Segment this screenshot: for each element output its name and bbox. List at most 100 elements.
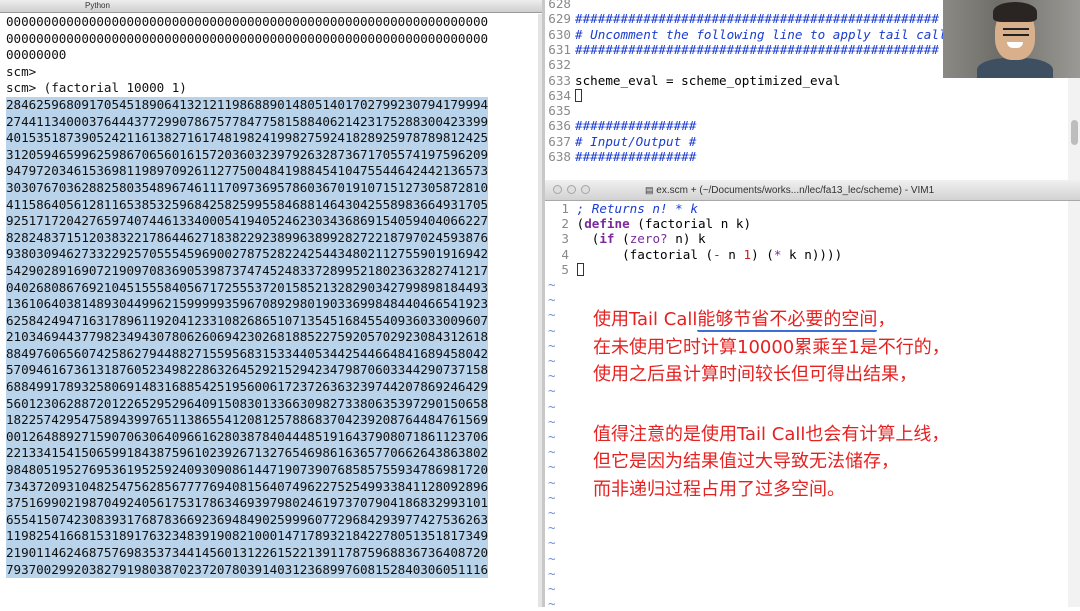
code-line: 3 (if (zero? n) k [545,231,706,247]
selected-text[interactable]: 2744113400037644437729907867577847758158… [6,113,488,131]
output-line: 0012648892715907063064096616280387840444… [6,428,538,446]
selected-text[interactable]: 5709461673613187605234982286326452921529… [6,362,488,380]
selected-text[interactable]: 6884991789325806914831688542519560061723… [6,379,488,396]
code-line: 634 [545,88,1080,103]
close-window-button[interactable] [553,185,562,194]
selected-text[interactable]: 5429028916907219097083690539873747452483… [6,262,488,280]
terminal-scrollbar[interactable] [538,14,542,607]
empty-line-marker: ~ [548,505,556,520]
annotation-line: 值得注意的是使用Tail Call也会有计算上线， [593,423,950,445]
selected-text[interactable]: 9380309462733229257055545969002787528224… [6,246,488,263]
output-line: 8849760656074258627944882715595683153344… [6,345,538,363]
output-line: 6884991789325806914831688542519560061723… [6,379,538,396]
line-number: 2 [561,216,569,232]
output-line: 1198254166815318917632348391908210001471… [6,528,538,545]
selected-text[interactable]: 4115864056128116538532596842582599558468… [6,196,488,214]
empty-line-marker: ~ [548,307,556,323]
minimize-window-button[interactable] [567,185,576,194]
output-line: 4115864056128116538532596842582599558468… [6,196,538,214]
terminal-line: 00000000 [6,47,67,63]
terminal-line: 0000000000000000000000000000000000000000… [6,30,489,46]
text-cursor [576,262,584,276]
line-number: 3 [561,231,569,247]
line-number: 631 [548,41,571,57]
selected-text[interactable]: 2103469443779823494307806260694230268188… [6,329,488,346]
identifier: n [804,246,812,262]
annotation-line: 使用之后虽计算时间较长但可得出结果， [593,364,917,385]
empty-line-marker: ~ [548,429,556,444]
selected-text[interactable]: 3120594659962598670656016157203603239792… [6,146,488,164]
code-line: 4 (factorial (- n 1) (* k n)))) [545,247,842,262]
selected-text[interactable]: 0012648892715907063064096616280387840444… [6,428,488,446]
empty-line-marker: ~ [548,489,556,505]
selected-text[interactable]: 2190114624687576983537344145601312261522… [6,545,488,562]
selected-text[interactable]: 6554150742308393176878366923694849025999… [6,511,488,529]
selected-text[interactable]: 0402680867692104515558405671725553720158… [6,279,488,297]
selected-output-block[interactable]: 2846259680917054518906413212119868890148… [6,96,538,579]
identifier: k [698,231,706,247]
empty-line-marker: ~ [548,444,556,460]
number-literal: 1 [743,246,752,262]
code-comment: ; Returns n! * k [576,201,698,216]
presenter-body [977,58,1053,78]
selected-text[interactable]: 6258424947163178961192041233108268651071… [6,312,488,330]
selected-text[interactable]: 4015351873905242116138271617481982419982… [6,130,488,147]
output-line: 4015351873905242116138271617481982419982… [6,130,538,147]
output-line: 8282483715120383221786446271838229238996… [6,229,538,247]
empty-line-marker: ~ [548,353,556,368]
empty-line-marker: ~ [548,322,556,338]
output-line: 6258424947163178961192041233108268651071… [6,312,538,330]
line-number: 628 [548,0,571,11]
output-line: 2744113400037644437729907867577847758158… [6,113,538,131]
vim-top-scroll-thumb[interactable] [1071,120,1078,145]
line-number: 629 [548,11,571,27]
output-line: 7343720931048254756285677776940815640749… [6,478,538,496]
annotation-line: 而非递归过程占用了过多空间。 [593,478,845,500]
output-line: 2103469443779823494307806260694230268188… [6,329,538,346]
selected-text[interactable]: 1198254166815318917632348391908210001471… [6,528,488,545]
selected-text[interactable]: 5601230628872012265295296409150830133663… [6,395,488,413]
code-line: 2 (define (factorial n k) [545,216,751,231]
terminal-titlebar: Python [0,0,542,13]
code-comment: # Uncomment the following line to apply … [575,26,947,42]
zoom-window-button[interactable] [581,185,590,194]
selected-text[interactable]: 3030767036288258035489674611170973695786… [6,179,488,197]
selected-text[interactable]: 7343720931048254756285677776940815640749… [6,478,488,496]
selected-text[interactable]: 1822574295475894399765113865541208125788… [6,412,488,429]
terminal-output[interactable]: 0000000000000000000000000000000000000000… [6,14,538,579]
selected-text[interactable]: 9479720346153698119897092611277500484198… [6,163,488,180]
line-number: 634 [548,87,571,103]
empty-line-marker: ~ [548,596,556,611]
empty-line-marker: ~ [548,292,556,308]
empty-line-marker: ~ [548,383,556,399]
vim-window-title: ▤ ex.scm + (~/Documents/works...n/lec/fa… [645,185,935,196]
empty-line-marker: ~ [548,337,556,353]
selected-text[interactable]: 8282483715120383221786446271838229238996… [6,229,488,247]
empty-line-marker: ~ [548,413,556,429]
selected-text[interactable]: 2846259680917054518906413212119868890148… [6,96,488,114]
selected-text[interactable]: 1361064038148930449962159999935967089298… [6,296,488,313]
selected-text[interactable]: 9251717204276597407446133400054194052462… [6,213,488,230]
identifier: n [675,231,683,247]
empty-line-marker: ~ [548,277,556,292]
selected-text[interactable]: 8849760656074258627944882715595683153344… [6,345,488,363]
output-line: 5709461673613187605234982286326452921529… [6,362,538,380]
terminal-tab[interactable]: Python [0,0,195,12]
selected-text[interactable]: 7937002992038279198038702372078039140312… [6,561,488,579]
vim-window-scrollbar[interactable] [1068,201,1080,607]
empty-line-marker: ~ [548,368,556,384]
webcam-video [943,0,1080,78]
terminal-line: scm> [6,63,37,79]
output-line: 2846259680917054518906413212119868890148… [6,96,538,114]
selected-text[interactable]: 2213341541506599184387596102392671327654… [6,445,488,463]
identifier: n [728,246,736,262]
paren: ( [766,246,774,262]
text-cursor [575,88,582,102]
selected-text[interactable]: 3751699021987049240561753178634693979802… [6,495,488,512]
operator: * [773,246,782,262]
selected-text[interactable]: 9848051952769536195259240930908614471907… [6,462,488,479]
terminal-line: 0000000000000000000000000000000000000000… [6,14,489,29]
paren: ) [743,216,752,232]
empty-line-marker: ~ [548,581,556,596]
empty-line-marker: ~ [548,474,556,490]
